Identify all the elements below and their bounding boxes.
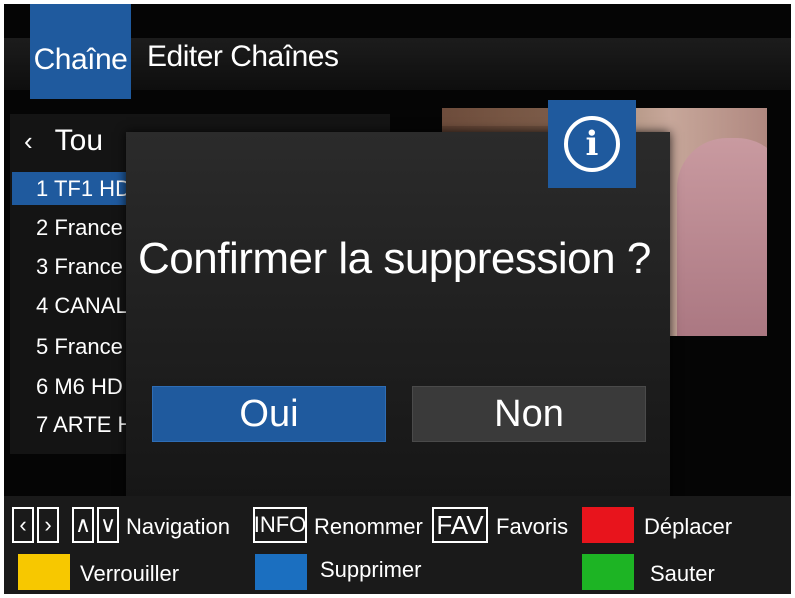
lock-label: Verrouiller: [80, 561, 180, 586]
tab-edit-channels[interactable]: Editer Chaînes: [147, 40, 339, 74]
up-key-icon: ∧: [72, 507, 94, 543]
yes-button-label: Oui: [239, 392, 299, 435]
move-label: Déplacer: [644, 514, 733, 539]
tab-edit-channels-label: Editer Chaînes: [147, 40, 339, 73]
dialog-message: Confirmer la suppression ?: [138, 234, 651, 283]
favorites-label: Favoris: [496, 514, 569, 539]
yellow-key-icon: [18, 554, 70, 590]
red-key-icon: [582, 507, 634, 543]
tab-channel-label: Chaîne: [33, 43, 128, 76]
skip-label: Sauter: [650, 561, 715, 586]
fav-key-icon: FAV: [432, 507, 488, 543]
navigation-label: Navigation: [126, 514, 230, 539]
chevron-left-icon[interactable]: ‹: [24, 126, 33, 157]
channel-group-label: Tou: [54, 124, 104, 157]
channel-group-selector[interactable]: ‹ Tou: [24, 124, 103, 158]
info-badge: i: [548, 100, 636, 188]
no-button-label: Non: [494, 392, 564, 435]
blue-key-icon: [255, 554, 307, 590]
tab-channel[interactable]: Chaîne: [30, 4, 131, 99]
green-key-icon: [582, 554, 634, 590]
delete-label: Supprimer: [320, 557, 422, 582]
tv-screen: Chaîne Editer Chaînes ‹ Tou 1 TF1 HD 2 F…: [4, 4, 791, 594]
rename-label: Renommer: [314, 514, 423, 539]
down-key-icon: ∨: [97, 507, 119, 543]
no-button[interactable]: Non: [412, 386, 646, 442]
left-key-icon: ‹: [12, 507, 34, 543]
info-key-icon: INFO: [253, 507, 307, 543]
yes-button[interactable]: Oui: [152, 386, 386, 442]
info-icon: i: [564, 116, 620, 172]
right-key-icon: ›: [37, 507, 59, 543]
preview-person: [677, 138, 767, 336]
